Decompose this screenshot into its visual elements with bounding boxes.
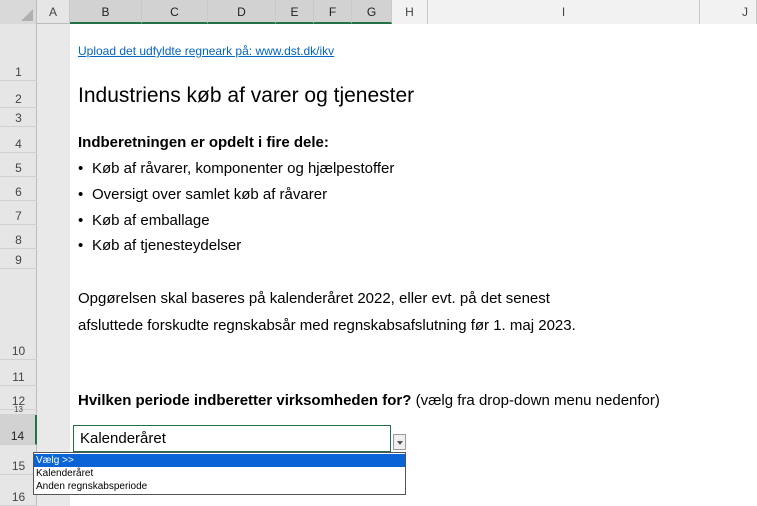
row-header-6[interactable]: 6 bbox=[0, 177, 37, 201]
dropdown-option-other-period[interactable]: Anden regnskabsperiode bbox=[34, 480, 405, 493]
column-header-b[interactable]: B bbox=[70, 0, 142, 24]
bullet-item-3: • Køb af emballage bbox=[78, 212, 210, 229]
column-header-bar: A B C D E F G H I J bbox=[0, 0, 757, 24]
row-header-15[interactable]: 15 bbox=[0, 445, 37, 475]
paragraph-line-1: Opgørelsen skal baseres på kalenderåret … bbox=[78, 290, 550, 307]
row-header-16[interactable]: 16 bbox=[0, 475, 37, 506]
bullet-item-1: • Køb af råvarer, komponenter og hjælpest… bbox=[78, 160, 394, 177]
column-header-a[interactable]: A bbox=[37, 0, 70, 24]
bullet-item-2: • Oversigt over samlet køb af råvarer bbox=[78, 186, 327, 203]
row-header-3[interactable]: 3 bbox=[0, 108, 37, 127]
period-dropdown-list: Vælg >> Kalenderåret Anden regnskabsperi… bbox=[33, 452, 406, 495]
question-text: Hvilken periode indberetter virksomheden… bbox=[78, 392, 660, 409]
column-header-h[interactable]: H bbox=[392, 0, 428, 24]
intro-heading: Indberetningen er opdelt i fire dele: bbox=[78, 134, 329, 151]
period-select-cell[interactable]: Kalenderåret bbox=[73, 425, 391, 452]
row-header-7[interactable]: 7 bbox=[0, 201, 37, 225]
column-header-d[interactable]: D bbox=[208, 0, 276, 24]
select-all-button[interactable] bbox=[0, 0, 37, 24]
period-select-value: Kalenderåret bbox=[80, 430, 166, 447]
bullet-text: Oversigt over samlet køb af råvarer bbox=[92, 186, 328, 203]
bullet-dot-icon: • bbox=[78, 237, 84, 254]
column-header-e[interactable]: E bbox=[276, 0, 314, 24]
bullet-dot-icon: • bbox=[78, 160, 84, 177]
row-header-2[interactable]: 2 bbox=[0, 81, 37, 108]
dropdown-option-choose[interactable]: Vælg >> bbox=[34, 454, 405, 467]
bullet-dot-icon: • bbox=[78, 186, 84, 203]
bullet-text: Køb af tjenesteydelser bbox=[92, 237, 242, 254]
column-header-j[interactable]: J bbox=[700, 0, 757, 24]
row-header-14[interactable]: 14 bbox=[0, 415, 37, 445]
row-header-bar: 1 2 3 4 5 6 7 8 9 10 11 12 13 14 15 16 bbox=[0, 24, 37, 506]
question-bold: Hvilken periode indberetter virksomheden… bbox=[78, 392, 412, 409]
select-all-triangle-icon bbox=[21, 9, 33, 21]
bullet-dot-icon: • bbox=[78, 212, 84, 229]
row-header-9[interactable]: 9 bbox=[0, 249, 37, 269]
bullet-text: Køb af emballage bbox=[92, 212, 210, 229]
question-hint: (vælg fra drop-down menu nedenfor) bbox=[415, 392, 660, 409]
column-header-i[interactable]: I bbox=[428, 0, 700, 24]
column-a-fill bbox=[37, 24, 70, 506]
dropdown-arrow-button[interactable] bbox=[393, 434, 406, 450]
row-header-1[interactable]: 1 bbox=[0, 24, 37, 81]
dropdown-option-calendar-year[interactable]: Kalenderåret bbox=[34, 467, 405, 480]
paragraph-line-2: afsluttede forskudte regnskabsår med reg… bbox=[78, 317, 576, 334]
page-title: Industriens køb af varer og tjenester bbox=[78, 84, 415, 107]
column-header-g[interactable]: G bbox=[352, 0, 392, 24]
row-header-5[interactable]: 5 bbox=[0, 153, 37, 177]
bullet-item-4: • Køb af tjenesteydelser bbox=[78, 237, 241, 254]
upload-link[interactable]: Upload det udfyldte regneark på: www.dst… bbox=[78, 44, 334, 58]
row-header-10[interactable]: 10 bbox=[0, 269, 37, 360]
row-header-4[interactable]: 4 bbox=[0, 127, 37, 153]
column-header-c[interactable]: C bbox=[142, 0, 208, 24]
row-header-11[interactable]: 11 bbox=[0, 360, 37, 386]
row-header-8[interactable]: 8 bbox=[0, 225, 37, 249]
column-header-f[interactable]: F bbox=[314, 0, 352, 24]
bullet-text: Køb af råvarer, komponenter og hjælpesto… bbox=[92, 160, 395, 177]
